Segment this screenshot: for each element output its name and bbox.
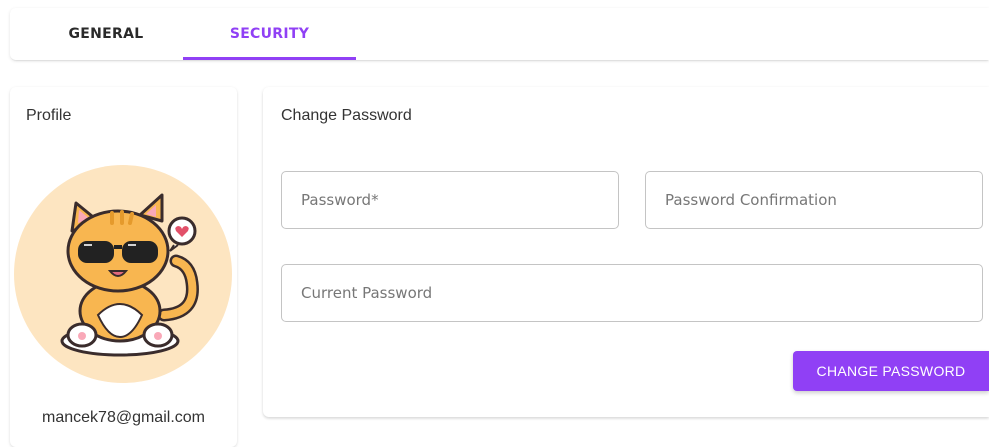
password-confirmation-input[interactable]	[646, 172, 982, 228]
current-password-input[interactable]	[282, 265, 982, 321]
profile-card: Profile mancek78@gmail.com	[10, 87, 237, 447]
avatar	[14, 165, 232, 383]
password-input[interactable]	[282, 172, 618, 228]
change-password-card: Change Password CHANGE PASSWORD	[263, 87, 989, 417]
active-tab-indicator	[183, 57, 356, 60]
account-settings-page: GENERAL SECURITY Profile mancek78@gmail.…	[0, 0, 989, 447]
change-password-button[interactable]: CHANGE PASSWORD	[793, 351, 989, 391]
settings-tabs: GENERAL SECURITY	[10, 8, 989, 60]
change-password-title: Change Password	[281, 107, 412, 124]
tab-security[interactable]: SECURITY	[183, 8, 356, 60]
profile-email: mancek78@gmail.com	[42, 409, 205, 426]
password-field	[281, 171, 619, 229]
password-confirmation-field	[645, 171, 983, 229]
cat-avatar-icon	[60, 193, 199, 357]
tab-general[interactable]: GENERAL	[20, 8, 192, 60]
current-password-field	[281, 264, 983, 322]
profile-title: Profile	[26, 107, 72, 124]
